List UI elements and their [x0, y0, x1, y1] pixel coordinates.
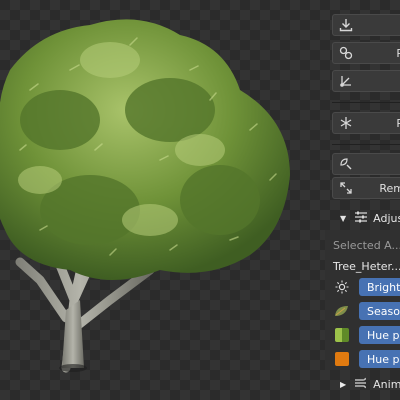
sliders-icon	[354, 211, 368, 226]
hue-orange-slider[interactable]: Hue per	[359, 350, 400, 368]
sun-icon	[333, 279, 351, 295]
expand-triangle-icon: ▶	[340, 379, 347, 389]
adjust-panel-title: Adjus	[373, 211, 400, 225]
hue-green-row: Hue per	[333, 325, 400, 345]
season-slider[interactable]: Season:	[359, 302, 400, 320]
divider	[332, 144, 400, 145]
import-icon	[333, 18, 359, 32]
link-icon	[333, 46, 359, 60]
brightness-slider[interactable]: Brightne	[359, 278, 400, 296]
remove-button[interactable]: Rem	[332, 177, 400, 199]
hue-orange-row: Hue per	[333, 349, 400, 369]
season-row: Season:	[333, 301, 400, 321]
transform-icon	[333, 74, 359, 88]
green-swatch	[335, 328, 349, 342]
scale-arrows-icon	[333, 181, 359, 195]
object-name: Tree_Heter...	[333, 260, 400, 273]
leaf-search-button[interactable]	[332, 153, 400, 175]
link-button[interactable]: R	[332, 42, 400, 64]
adjust-panel-body: Selected A... Tree_Heter... Brightne Sea…	[325, 230, 400, 370]
divider	[332, 102, 400, 103]
tree-preview-image	[0, 19, 290, 373]
asterisk-button[interactable]: R	[332, 112, 400, 134]
adjust-panel-header[interactable]: ▼ Adjus	[340, 207, 400, 229]
swatch-green-icon	[333, 327, 351, 343]
leaf-search-icon	[333, 157, 359, 171]
selected-label: Selected A...	[333, 239, 400, 252]
asterisk-icon	[333, 116, 359, 130]
import-button[interactable]	[332, 14, 400, 36]
swatch-orange-icon	[333, 351, 351, 367]
animation-panel-header[interactable]: ▶ Anim	[340, 374, 400, 394]
collapse-triangle-icon: ▼	[340, 213, 347, 223]
wind-icon	[354, 377, 368, 392]
animation-panel-title: Anim	[373, 377, 400, 391]
leaf-icon	[333, 303, 351, 319]
orange-swatch	[335, 352, 349, 366]
transform-button[interactable]	[332, 70, 400, 92]
hue-green-slider[interactable]: Hue per	[359, 326, 400, 344]
brightness-row: Brightne	[333, 277, 400, 297]
3d-viewport[interactable]	[0, 0, 325, 400]
